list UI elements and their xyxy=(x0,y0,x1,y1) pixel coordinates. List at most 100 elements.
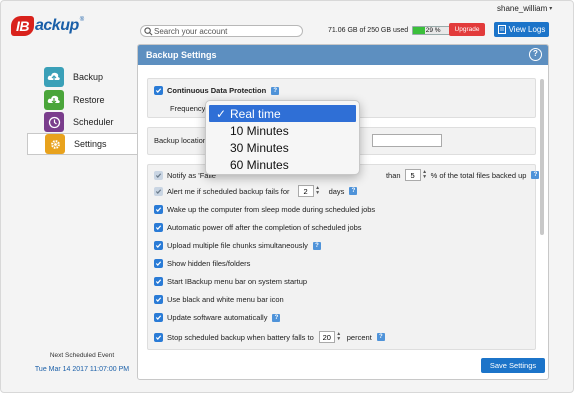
checkbox-checked-icon[interactable] xyxy=(154,295,163,304)
panel-title: Backup Settings xyxy=(146,50,217,60)
backup-location-label: Backup location xyxy=(154,136,207,145)
logo-badge: IB xyxy=(11,16,34,36)
option-row[interactable]: Automatic power off after the completion… xyxy=(154,223,362,232)
chevron-down-icon: ▾ xyxy=(549,6,553,12)
dropdown-option-60-minutes[interactable]: 60 Minutes xyxy=(206,156,359,173)
option-label: Wake up the computer from sleep mode dur… xyxy=(167,205,376,214)
dropdown-option-label: 60 Minutes xyxy=(230,157,289,172)
option-label: Start IBackup menu bar on system startup xyxy=(167,277,308,286)
checkbox-checked-icon[interactable] xyxy=(154,313,163,322)
battery-option[interactable]: Stop scheduled backup when battery falls… xyxy=(154,331,385,343)
help-icon[interactable]: ? xyxy=(272,313,281,322)
stepper-arrows-icon[interactable]: ▲ ▼ xyxy=(336,332,342,342)
dropdown-option-label: 30 Minutes xyxy=(230,140,289,155)
option-label: Update software automatically xyxy=(167,313,268,322)
battery-stepper[interactable]: ▲▼ xyxy=(318,331,342,343)
help-icon[interactable]: ? xyxy=(349,187,358,195)
backup-settings-panel: Backup Settings ? Continuous Data Protec… xyxy=(137,44,549,380)
checkbox-checked-icon[interactable] xyxy=(154,332,163,342)
battery-suffix-label: percent xyxy=(346,332,372,342)
sidebar-item-label: Backup xyxy=(73,72,104,82)
ibackup-logo: IB ackup ® xyxy=(11,15,84,37)
alert-stepper[interactable]: ▲▼ xyxy=(297,185,321,197)
option-row[interactable]: Update software automatically ? xyxy=(154,313,281,322)
notify-percent-input[interactable] xyxy=(404,169,421,181)
help-icon[interactable]: ? xyxy=(529,48,542,61)
gear-icon xyxy=(45,134,65,154)
upgrade-button[interactable]: Upgrade xyxy=(449,23,485,36)
user-menu[interactable]: shane_william ▾ xyxy=(497,4,552,13)
dropdown-option-30-minutes[interactable]: 30 Minutes xyxy=(206,139,359,156)
sidebar-item-backup[interactable]: Backup xyxy=(27,66,137,88)
clock-icon xyxy=(44,112,64,132)
help-icon[interactable]: ? xyxy=(312,241,321,250)
cdp-option[interactable]: Continuous Data Protection ? xyxy=(154,86,280,95)
view-logs-button[interactable]: View Logs xyxy=(494,22,549,37)
scrollbar[interactable] xyxy=(540,79,544,235)
search-input[interactable] xyxy=(154,26,299,36)
stepper-arrows-icon[interactable]: ▲ ▼ xyxy=(422,170,428,180)
sidebar-item-label: Restore xyxy=(73,95,105,105)
search-icon xyxy=(144,26,153,35)
option-row[interactable]: Use black and white menu bar icon xyxy=(154,295,284,304)
backup-location-row: Backup location xyxy=(154,136,207,145)
username-label: shane_william xyxy=(497,4,548,13)
frequency-label: Frequency xyxy=(170,104,206,113)
dropdown-option-real-time[interactable]: ✓ Real time xyxy=(209,105,356,122)
next-event-date: Tue Mar 14 2017 11:07:00 PM xyxy=(34,366,130,373)
option-label: Show hidden files/folders xyxy=(167,259,251,268)
option-row[interactable]: Upload multiple file chunks simultaneous… xyxy=(154,241,321,250)
dropdown-option-label: 10 Minutes xyxy=(230,123,289,138)
notify-than-label: than xyxy=(385,170,401,180)
checkbox-checked-icon[interactable] xyxy=(154,277,163,286)
panel-header: Backup Settings ? xyxy=(138,45,548,65)
cdp-label: Continuous Data Protection xyxy=(167,86,267,95)
option-label: Upload multiple file chunks simultaneous… xyxy=(167,241,308,250)
option-label: Automatic power off after the completion… xyxy=(167,223,362,232)
checkbox-checked-icon[interactable] xyxy=(154,241,163,250)
app-window: IB ackup ® shane_william ▾ 71.06 GB of 2… xyxy=(0,0,574,393)
option-row[interactable]: Wake up the computer from sleep mode dur… xyxy=(154,205,375,214)
alert-days-input[interactable] xyxy=(297,185,314,197)
help-icon[interactable]: ? xyxy=(271,86,280,95)
dropdown-option-label: Real time xyxy=(230,106,281,121)
options-section: Notify as 'Faile than ▲▼ % of the total … xyxy=(147,164,540,350)
checkbox-checked-icon[interactable] xyxy=(154,259,163,268)
backup-location-field[interactable] xyxy=(372,134,442,147)
checkbox-checked-icon[interactable] xyxy=(154,186,163,196)
search-box[interactable] xyxy=(140,25,303,37)
sidebar-item-settings[interactable]: Settings xyxy=(27,133,137,155)
alert-option[interactable]: Alert me if scheduled backup fails for ▲… xyxy=(154,185,358,197)
dropdown-option-10-minutes[interactable]: 10 Minutes xyxy=(206,122,359,139)
stepper-arrows-icon[interactable]: ▲ ▼ xyxy=(315,186,321,196)
cloud-download-icon xyxy=(44,90,64,110)
sidebar-item-restore[interactable]: Restore xyxy=(27,89,137,111)
alert-suffix-label: days xyxy=(328,186,345,196)
battery-percent-input[interactable] xyxy=(318,331,335,343)
notify-stepper[interactable]: ▲▼ xyxy=(404,169,428,181)
sidebar-item-scheduler[interactable]: Scheduler xyxy=(27,111,137,133)
checkbox-checked-icon[interactable] xyxy=(154,86,163,95)
battery-label: Stop scheduled backup when battery falls… xyxy=(167,332,314,342)
checkmark-icon: ✓ xyxy=(216,106,227,121)
option-row[interactable]: Show hidden files/folders xyxy=(154,259,250,268)
alert-label: Alert me if scheduled backup fails for xyxy=(167,186,290,196)
option-row[interactable]: Start IBackup menu bar on system startup xyxy=(154,277,307,286)
usage-progress-bar: 29 % xyxy=(412,26,455,35)
document-icon xyxy=(497,25,506,34)
sidebar-item-label: Scheduler xyxy=(73,117,114,127)
help-icon[interactable]: ? xyxy=(531,171,540,179)
save-settings-button[interactable]: Save Settings xyxy=(481,358,545,373)
help-icon[interactable]: ? xyxy=(376,333,385,341)
notify-suffix-label: % of the total files backed up xyxy=(430,170,527,180)
storage-usage: 71.06 GB of 250 GB used 29 % xyxy=(328,26,455,35)
checkbox-checked-icon[interactable] xyxy=(154,170,163,180)
checkbox-checked-icon[interactable] xyxy=(154,205,163,214)
view-logs-label: View Logs xyxy=(508,25,546,34)
logo-text: ackup xyxy=(35,17,79,34)
cloud-upload-icon xyxy=(44,67,64,87)
frequency-dropdown-menu[interactable]: ✓ Real time 10 Minutes 30 Minutes 60 Min… xyxy=(205,100,360,175)
checkbox-checked-icon[interactable] xyxy=(154,223,163,232)
next-event-label: Next Scheduled Event xyxy=(49,352,115,359)
usage-percent-label: 29 % xyxy=(425,27,441,34)
